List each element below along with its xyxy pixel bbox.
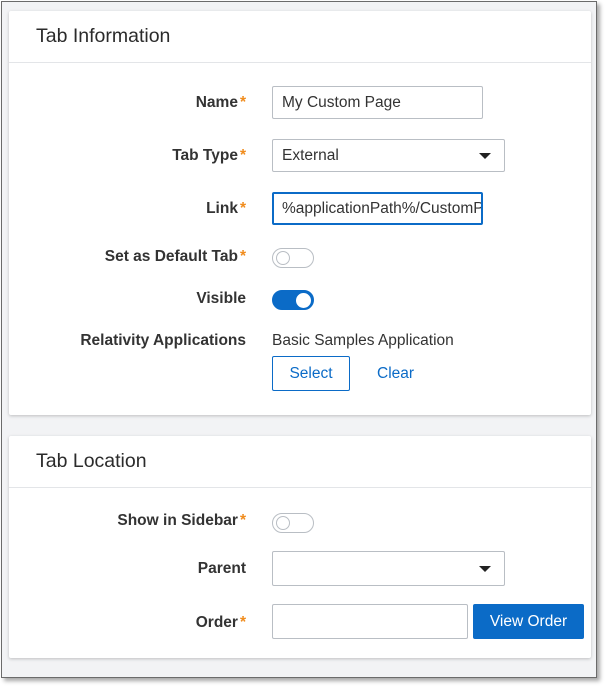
order-input[interactable] xyxy=(272,604,468,639)
tab-information-panel: Tab Information Name * My Custom Page Tab… xyxy=(9,11,591,415)
required-marker: * xyxy=(239,614,246,631)
applications-label: Relativity Applications xyxy=(80,332,246,349)
visible-label: Visible xyxy=(196,290,246,307)
tab-type-value: External xyxy=(282,147,339,164)
required-marker: * xyxy=(239,248,246,265)
select-button[interactable]: Select xyxy=(272,356,350,391)
show-in-sidebar-toggle[interactable] xyxy=(272,513,314,533)
visible-toggle[interactable] xyxy=(272,290,314,310)
parent-select[interactable] xyxy=(272,551,505,586)
parent-label: Parent xyxy=(197,560,246,577)
toggle-knob xyxy=(276,251,290,265)
chevron-down-icon xyxy=(479,566,491,572)
tab-location-panel: Tab Location Show in Sidebar * Parent Ord… xyxy=(9,436,591,658)
chevron-down-icon xyxy=(479,153,491,159)
name-label: Name * xyxy=(195,94,246,111)
toggle-knob xyxy=(296,293,311,308)
link-label: Link * xyxy=(206,200,246,217)
tab-type-label: Tab Type * xyxy=(172,147,246,164)
default-tab-toggle[interactable] xyxy=(272,248,314,268)
tab-form-window: Tab Information Name * My Custom Page Tab… xyxy=(1,1,597,678)
applications-value: Basic Samples Application xyxy=(272,332,454,349)
clear-button[interactable]: Clear xyxy=(377,365,414,383)
default-tab-label: Set as Default Tab * xyxy=(104,248,246,265)
required-marker: * xyxy=(239,200,246,217)
required-marker: * xyxy=(239,147,246,164)
show-in-sidebar-label: Show in Sidebar * xyxy=(117,512,246,529)
name-input[interactable]: My Custom Page xyxy=(272,86,483,119)
tab-location-title: Tab Location xyxy=(9,436,591,488)
view-order-button[interactable]: View Order xyxy=(473,604,584,639)
required-marker: * xyxy=(239,94,246,111)
tab-information-title: Tab Information xyxy=(9,11,591,63)
toggle-knob xyxy=(276,516,290,530)
link-input[interactable]: %applicationPath%/CustomPage xyxy=(272,192,483,225)
order-label: Order * xyxy=(195,614,246,631)
required-marker: * xyxy=(239,512,246,529)
tab-type-select[interactable]: External xyxy=(272,139,505,172)
